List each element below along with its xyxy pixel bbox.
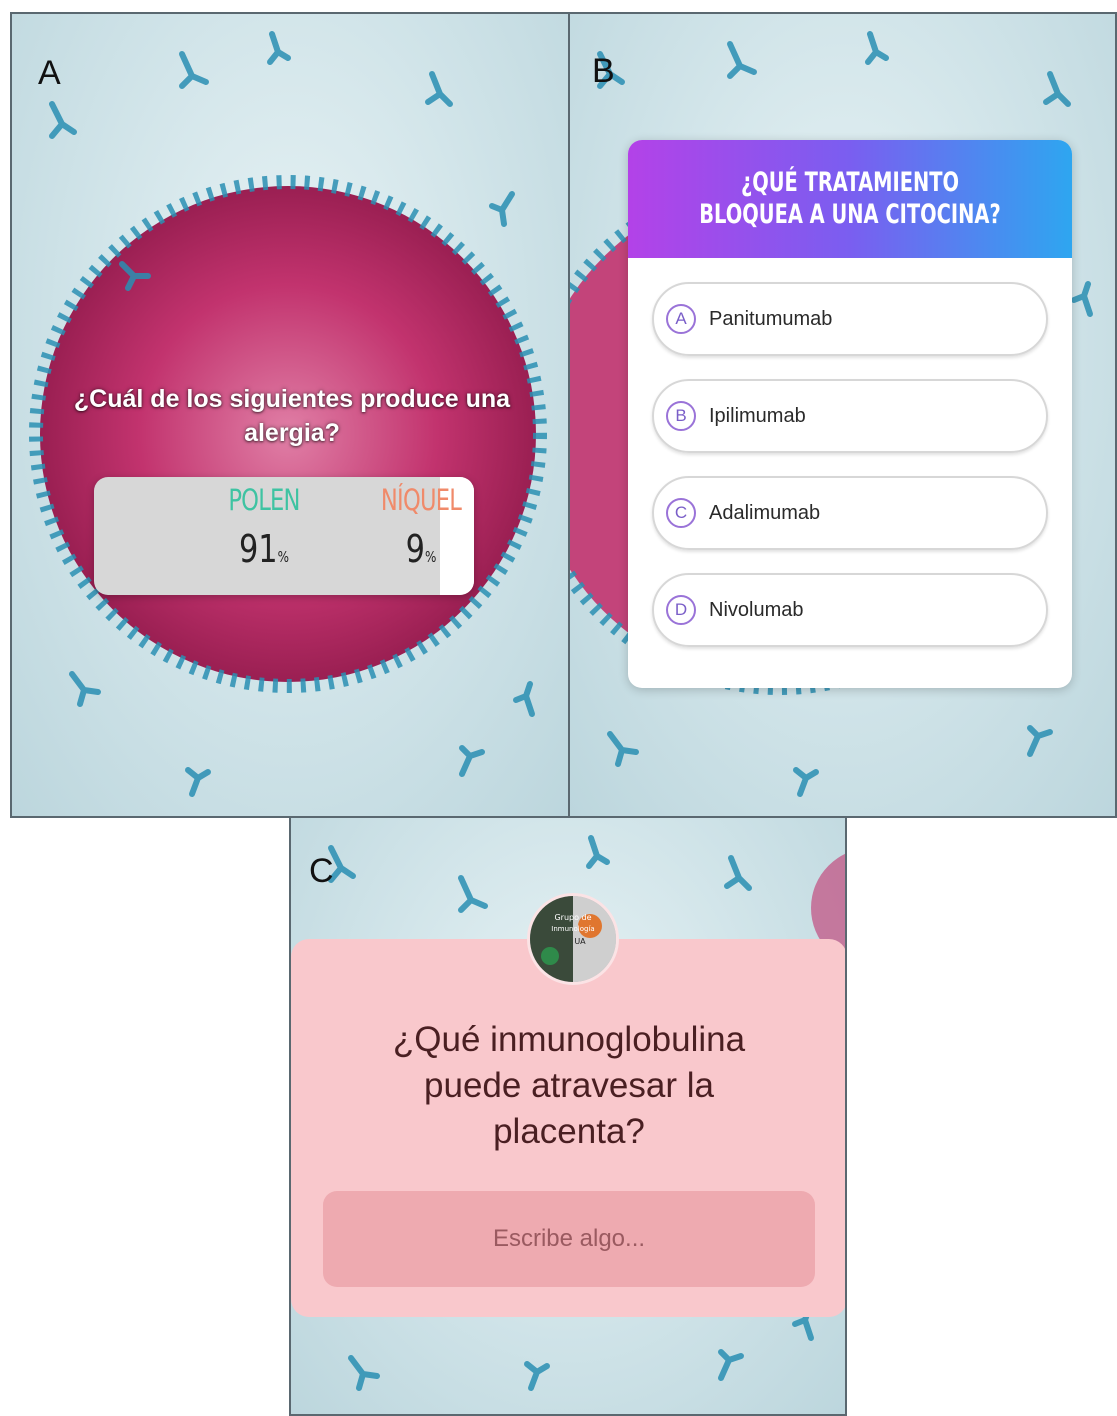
quiz-header: ¿QUÉ TRATAMIENTO BLOQUEA A UNA CITOCINA? [628, 140, 1072, 258]
poll-option-polen[interactable]: POLEN 91% [204, 483, 324, 571]
option-text: Adalimumab [709, 501, 821, 524]
answer-input[interactable]: Escribe algo... [323, 1191, 815, 1287]
panel-label-b: B [592, 52, 615, 90]
quiz-options: A Panitumumab B Ipilimumab C Adalimumab … [628, 258, 1072, 647]
quiz-title: ¿QUÉ TRATAMIENTO BLOQUEA A UNA CITOCINA? [699, 167, 1001, 230]
avatar-text-line: Inmunología [551, 925, 594, 933]
panel-a: A ¿Cuál de los siguientes produce una al… [10, 12, 570, 818]
panel-c: C Grupo de Inmunología UA ¿Qué inmunoglo… [289, 818, 847, 1416]
panel-b: B ¿QUÉ TRATAMIENTO BLOQUEA A UNA CITOCIN… [568, 12, 1117, 818]
poll-option-percent: 91% [238, 527, 290, 571]
option-letter-circle: A [666, 304, 696, 334]
poll-option-label: NÍQUEL [380, 483, 462, 517]
option-letter-circle: D [666, 595, 696, 625]
panel-label-c: C [309, 852, 334, 890]
quiz-option-a[interactable]: A Panitumumab [652, 282, 1048, 356]
option-text: Nivolumab [709, 598, 804, 621]
quiz-option-b[interactable]: B Ipilimumab [652, 379, 1048, 453]
question-text: ¿Qué inmunoglobulina puede atravesar la … [392, 1020, 746, 1151]
answer-placeholder: Escribe algo... [492, 1225, 646, 1252]
poll-option-niquel[interactable]: NÍQUEL 9% [356, 483, 474, 571]
option-letter-circle: B [666, 401, 696, 431]
poll-option-percent: 9% [405, 527, 437, 571]
profile-avatar: Grupo de Inmunología UA [527, 893, 619, 985]
question-sticker: ¿Qué inmunoglobulina puede atravesar la … [291, 939, 845, 1317]
avatar-text-line: Grupo de [554, 913, 591, 922]
avatar-text-line: UA [574, 937, 586, 946]
avatar-image: Grupo de Inmunología UA [530, 896, 616, 982]
quiz-option-d[interactable]: D Nivolumab [652, 573, 1048, 647]
quiz-sticker: ¿QUÉ TRATAMIENTO BLOQUEA A UNA CITOCINA?… [628, 140, 1072, 688]
option-letter-circle: C [666, 498, 696, 528]
poll-option-label: POLEN [228, 483, 300, 517]
poll-question: ¿Cuál de los siguientes produce una aler… [73, 385, 511, 447]
quiz-option-c[interactable]: C Adalimumab [652, 476, 1048, 550]
panel-label-a: A [38, 54, 61, 92]
option-text: Ipilimumab [709, 404, 806, 427]
poll-sticker[interactable]: POLEN 91% NÍQUEL 9% [94, 477, 474, 595]
option-text: Panitumumab [709, 307, 833, 330]
